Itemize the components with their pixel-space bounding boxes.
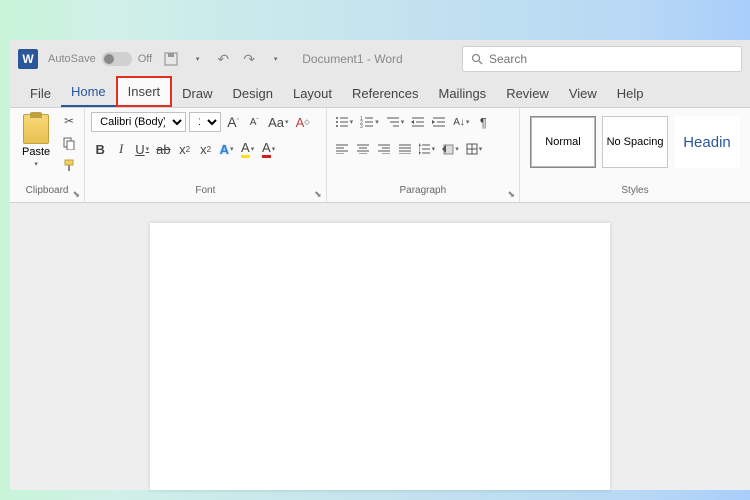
style-normal[interactable]: Normal bbox=[530, 116, 596, 168]
tab-insert[interactable]: Insert bbox=[116, 76, 173, 107]
font-name-select[interactable]: Calibri (Body) bbox=[91, 112, 186, 132]
superscript-button[interactable]: x2 bbox=[197, 139, 215, 159]
decrease-indent-button[interactable] bbox=[409, 112, 427, 132]
shading-button[interactable] bbox=[440, 139, 461, 159]
qat-dropdown-icon[interactable] bbox=[188, 50, 206, 68]
qat-more-icon[interactable] bbox=[266, 50, 284, 68]
search-input[interactable] bbox=[489, 52, 733, 66]
shrink-font-button[interactable]: Aˇ bbox=[245, 112, 263, 132]
font-group-label: Font bbox=[91, 185, 320, 198]
borders-button[interactable] bbox=[464, 139, 485, 159]
autosave-label: AutoSave bbox=[48, 53, 96, 65]
document-area bbox=[10, 203, 750, 490]
grow-font-button[interactable]: Aˆ bbox=[224, 112, 242, 132]
paragraph-group: 123 A↓ ¶ Paragraph ⬊ bbox=[327, 108, 520, 202]
tab-view[interactable]: View bbox=[559, 80, 607, 107]
bold-button[interactable]: B bbox=[91, 139, 109, 159]
text-effects-button[interactable]: A bbox=[218, 139, 236, 159]
clipboard-group: Paste ▾ ✂ Clipboard ⬊ bbox=[10, 108, 85, 202]
autosave-toggle[interactable] bbox=[102, 52, 132, 66]
paste-label: Paste bbox=[22, 146, 50, 158]
font-size-select[interactable]: 11 bbox=[189, 112, 221, 132]
quick-access-toolbar: ↶ ↷ bbox=[162, 50, 284, 68]
change-case-button[interactable]: Aa bbox=[266, 112, 290, 132]
align-left-button[interactable] bbox=[333, 139, 351, 159]
highlight-button[interactable]: A bbox=[239, 139, 257, 159]
bullets-button[interactable] bbox=[333, 112, 356, 132]
style-heading[interactable]: Headin bbox=[674, 116, 740, 168]
font-group: Calibri (Body) 11 Aˆ Aˇ Aa A◇ B I U ab x… bbox=[85, 108, 327, 202]
autosave-group: AutoSave Off bbox=[48, 52, 152, 66]
font-color-button[interactable]: A bbox=[260, 139, 278, 159]
clear-formatting-button[interactable]: A◇ bbox=[294, 112, 312, 132]
document-title: Document1 - Word bbox=[302, 52, 402, 66]
word-window: W AutoSave Off ↶ ↷ Document1 - Word File… bbox=[10, 40, 750, 490]
ribbon-tabs: File Home Insert Draw Design Layout Refe… bbox=[10, 78, 750, 108]
tab-design[interactable]: Design bbox=[223, 80, 283, 107]
tab-mailings[interactable]: Mailings bbox=[429, 80, 497, 107]
copy-icon[interactable] bbox=[60, 134, 78, 152]
style-no-spacing[interactable]: No Spacing bbox=[602, 116, 668, 168]
chevron-down-icon: ▾ bbox=[34, 160, 38, 168]
multilevel-list-button[interactable] bbox=[384, 112, 407, 132]
redo-icon[interactable]: ↷ bbox=[240, 50, 258, 68]
format-painter-icon[interactable] bbox=[60, 156, 78, 174]
tab-review[interactable]: Review bbox=[496, 80, 559, 107]
autosave-state: Off bbox=[138, 53, 152, 65]
titlebar: W AutoSave Off ↶ ↷ Document1 - Word bbox=[10, 40, 750, 78]
paragraph-group-label: Paragraph bbox=[333, 185, 513, 198]
clipboard-icon bbox=[23, 114, 49, 144]
ribbon: Paste ▾ ✂ Clipboard ⬊ Calibri (Body) 11 … bbox=[10, 108, 750, 203]
document-page[interactable] bbox=[150, 223, 610, 490]
tab-home[interactable]: Home bbox=[61, 78, 116, 107]
sort-button[interactable]: A↓ bbox=[451, 112, 471, 132]
line-spacing-button[interactable] bbox=[417, 139, 438, 159]
paragraph-launcher-icon[interactable]: ⬊ bbox=[507, 189, 515, 200]
search-icon bbox=[471, 53, 483, 65]
font-launcher-icon[interactable]: ⬊ bbox=[314, 189, 322, 200]
save-icon[interactable] bbox=[162, 50, 180, 68]
align-center-button[interactable] bbox=[354, 139, 372, 159]
clipboard-group-label: Clipboard bbox=[16, 185, 78, 198]
styles-group: Normal No Spacing Headin Styles bbox=[520, 108, 750, 202]
tab-layout[interactable]: Layout bbox=[283, 80, 342, 107]
align-right-button[interactable] bbox=[375, 139, 393, 159]
italic-button[interactable]: I bbox=[112, 139, 130, 159]
svg-text:3: 3 bbox=[360, 124, 363, 128]
tab-references[interactable]: References bbox=[342, 80, 428, 107]
search-box[interactable] bbox=[462, 46, 742, 72]
show-paragraph-marks-button[interactable]: ¶ bbox=[474, 112, 492, 132]
paste-button[interactable]: Paste ▾ bbox=[16, 112, 56, 170]
numbering-button[interactable]: 123 bbox=[358, 112, 381, 132]
subscript-button[interactable]: x2 bbox=[176, 139, 194, 159]
styles-group-label: Styles bbox=[526, 185, 744, 198]
word-app-icon: W bbox=[18, 49, 38, 69]
increase-indent-button[interactable] bbox=[430, 112, 448, 132]
cut-icon[interactable]: ✂ bbox=[60, 112, 78, 130]
underline-button[interactable]: U bbox=[133, 139, 151, 159]
tab-draw[interactable]: Draw bbox=[172, 80, 222, 107]
strikethrough-button[interactable]: ab bbox=[154, 139, 172, 159]
clipboard-launcher-icon[interactable]: ⬊ bbox=[73, 189, 81, 200]
tab-file[interactable]: File bbox=[20, 80, 61, 107]
justify-button[interactable] bbox=[396, 139, 414, 159]
undo-icon[interactable]: ↶ bbox=[214, 50, 232, 68]
tab-help[interactable]: Help bbox=[607, 80, 654, 107]
